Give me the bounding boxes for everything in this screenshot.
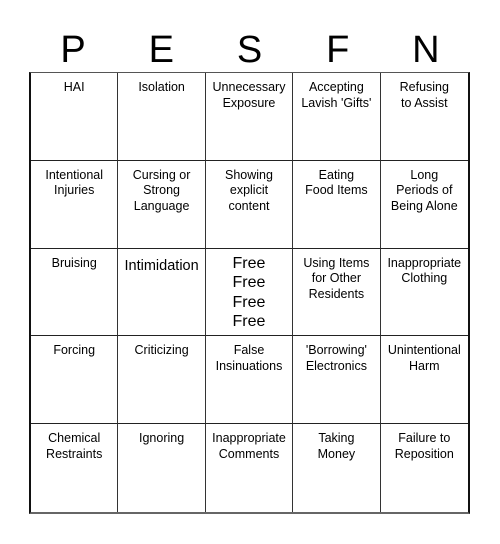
free-space-cell[interactable]: Free Free Free Free	[205, 248, 294, 337]
header-letter-s: S	[236, 29, 263, 71]
bingo-cell[interactable]: Isolation	[118, 73, 206, 161]
header-letter-e: E	[148, 29, 174, 71]
bingo-cell[interactable]: Refusing to Assist	[380, 73, 468, 161]
bingo-cell[interactable]: Taking Money	[293, 424, 381, 512]
bingo-cell[interactable]: Eating Food Items	[293, 160, 381, 249]
bingo-cell[interactable]: Forcing	[31, 336, 119, 425]
bingo-cell[interactable]: Chemical Restraints	[31, 424, 119, 512]
bingo-cell[interactable]: Intimidation	[118, 248, 206, 337]
header-letter-f: F	[326, 29, 350, 71]
header-letter-p: P	[60, 29, 86, 71]
bingo-cell[interactable]: Criticizing	[118, 336, 206, 425]
bingo-cell[interactable]: Inappropriate Clothing	[380, 249, 468, 337]
bingo-cell[interactable]: Accepting Lavish 'Gifts'	[293, 73, 381, 161]
bingo-cell[interactable]: HAI	[31, 73, 119, 161]
bingo-cell[interactable]: Ignoring	[118, 424, 206, 512]
bingo-cell[interactable]: Long Periods of Being Alone	[380, 161, 468, 249]
bingo-cell[interactable]: Bruising	[31, 248, 119, 337]
bingo-board: HAI Isolation Unnecessary Exposure Accep…	[29, 72, 470, 514]
bingo-cell[interactable]: Unintentional Harm	[380, 336, 468, 425]
bingo-cell[interactable]: Showing explicit content	[205, 160, 294, 249]
bingo-cell[interactable]: Failure to Reposition	[381, 424, 468, 512]
bingo-header: P E S F N	[29, 28, 470, 72]
bingo-cell[interactable]: Using Items for Other Residents	[293, 248, 381, 337]
bingo-cell[interactable]: Inappropriate Comments	[206, 424, 294, 512]
bingo-cell[interactable]: Unnecessary Exposure	[205, 73, 294, 161]
bingo-cell[interactable]: 'Borrowing' Electronics	[293, 336, 381, 425]
bingo-cell[interactable]: Intentional Injuries	[31, 160, 119, 249]
header-letter-n: N	[412, 29, 440, 71]
bingo-cell[interactable]: Cursing or Strong Language	[118, 160, 206, 249]
bingo-cell[interactable]: False Insinuations	[205, 336, 294, 425]
